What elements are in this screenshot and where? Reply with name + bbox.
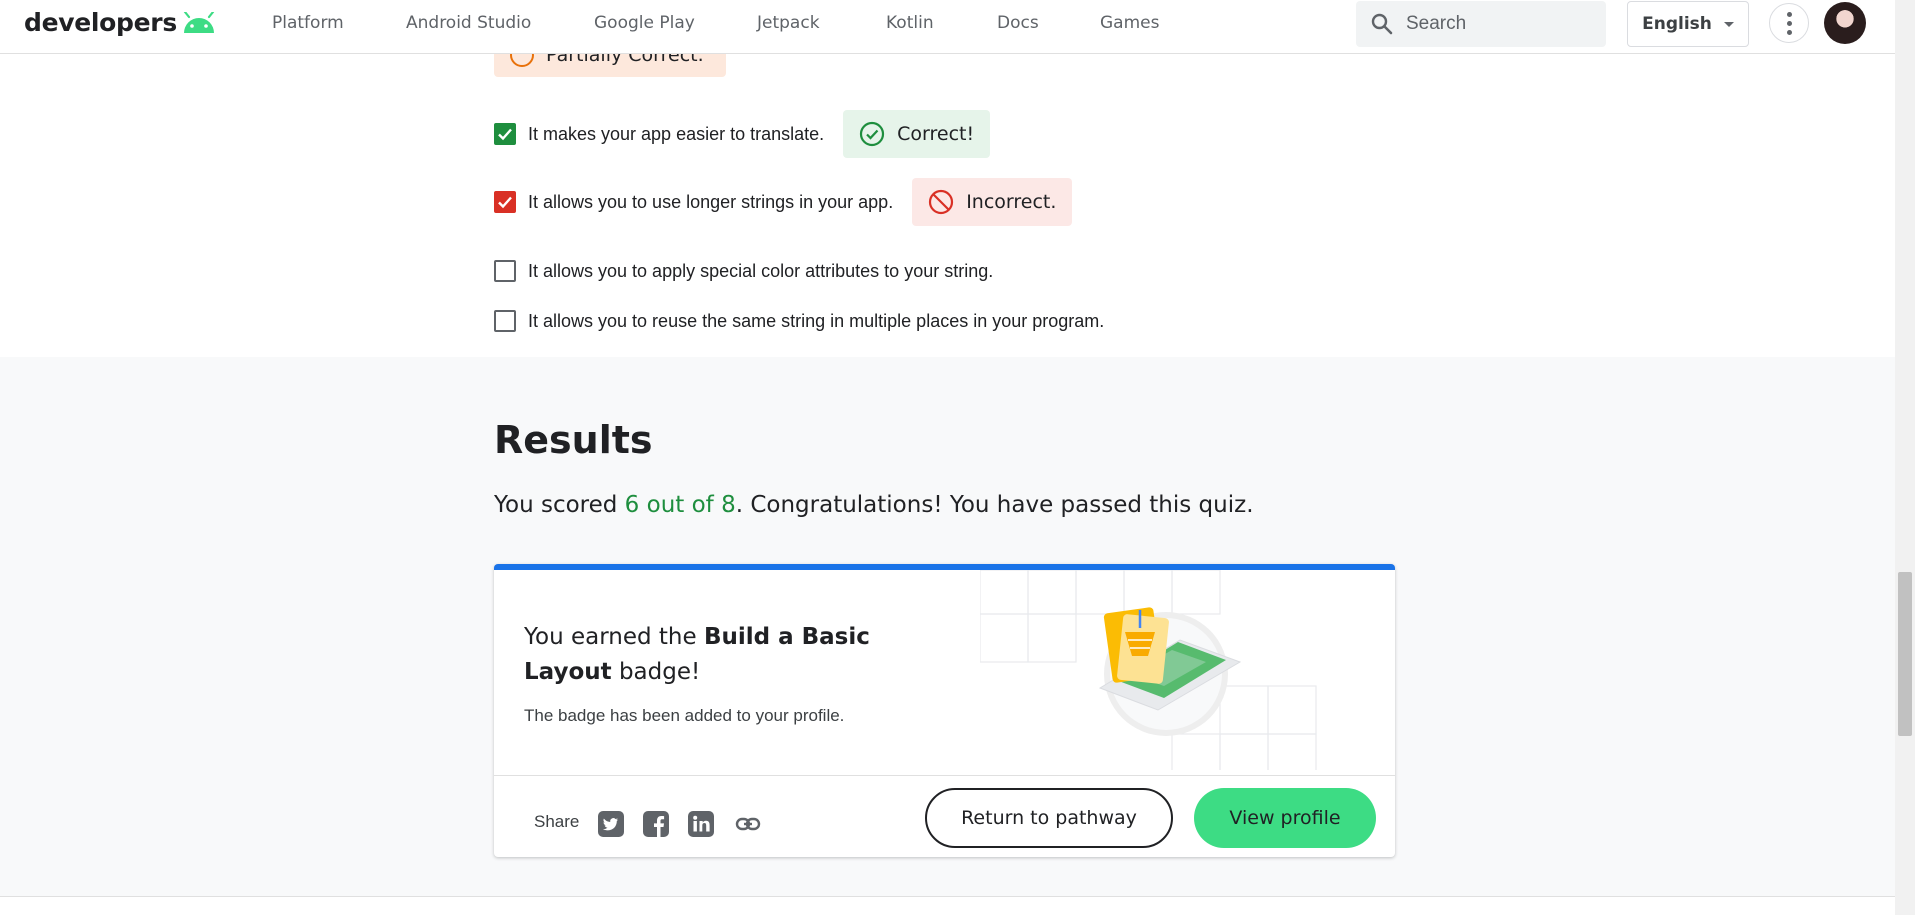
- correct-feedback: Correct!: [843, 110, 991, 158]
- score-value: 6 out of 8: [624, 492, 736, 518]
- score-suffix: . Congratulations! You have passed this …: [735, 492, 1254, 518]
- twitter-icon[interactable]: [597, 810, 625, 838]
- search-input[interactable]: [1406, 13, 1596, 35]
- checkmark-icon: [498, 128, 512, 141]
- feedback-text: Incorrect.: [966, 191, 1057, 213]
- nav-docs[interactable]: Docs: [997, 13, 1039, 33]
- user-avatar[interactable]: [1824, 2, 1866, 44]
- score-prefix: You scored: [494, 492, 625, 518]
- nav-android-studio[interactable]: Android Studio: [406, 13, 531, 33]
- android-head-icon: [183, 11, 215, 33]
- more-options-button[interactable]: [1769, 3, 1809, 43]
- top-navigation-bar: developers Platform Android Studio Googl…: [0, 0, 1895, 54]
- badge-illustration: [980, 570, 1317, 770]
- earned-prefix: You earned the: [524, 624, 704, 650]
- badge-earned-text: You earned the Build a Basic Layout badg…: [524, 620, 884, 690]
- card-divider: [494, 775, 1395, 776]
- block-icon: [929, 189, 954, 215]
- option-checkbox-checked[interactable]: [494, 123, 516, 145]
- language-label: English: [1642, 14, 1712, 34]
- facebook-icon[interactable]: [642, 810, 670, 838]
- badge-added-text: The badge has been added to your profile…: [524, 706, 845, 725]
- search-box[interactable]: [1356, 1, 1606, 47]
- option-label: It allows you to apply special color att…: [528, 260, 994, 281]
- results-heading: Results: [494, 418, 653, 462]
- logo-text: developers: [24, 8, 177, 37]
- quiz-option-color-attributes: It allows you to apply special color att…: [494, 260, 993, 282]
- nav-google-play[interactable]: Google Play: [594, 13, 695, 33]
- quiz-option-reuse-string: It allows you to reuse the same string i…: [494, 310, 1104, 332]
- caret-down-icon: [1723, 21, 1734, 27]
- share-label: Share: [534, 812, 580, 831]
- return-to-pathway-button[interactable]: Return to pathway: [925, 788, 1173, 848]
- option-checkbox-unchecked[interactable]: [494, 260, 516, 282]
- more-vert-icon: [1786, 11, 1792, 17]
- checkmark-icon: [498, 196, 512, 209]
- option-checkbox-checked[interactable]: [494, 191, 516, 213]
- check-circle-icon: [860, 121, 885, 147]
- option-checkbox-unchecked[interactable]: [494, 310, 516, 332]
- nav-platform[interactable]: Platform: [272, 13, 344, 33]
- score-summary: You scored 6 out of 8. Congratulations! …: [494, 492, 1254, 518]
- quiz-option-longer-strings: It allows you to use longer strings in y…: [494, 178, 1073, 226]
- scrollbar-track[interactable]: [1895, 0, 1915, 915]
- search-icon: [1371, 13, 1393, 35]
- linkedin-icon[interactable]: [687, 810, 715, 838]
- view-profile-button[interactable]: View profile: [1194, 788, 1376, 848]
- nav-jetpack[interactable]: Jetpack: [757, 13, 820, 33]
- nav-kotlin[interactable]: Kotlin: [886, 13, 934, 33]
- language-selector[interactable]: English: [1627, 1, 1749, 47]
- option-label: It makes your app easier to translate.: [528, 123, 825, 144]
- option-label: It allows you to reuse the same string i…: [528, 310, 1105, 331]
- section-divider: [0, 896, 1895, 897]
- incorrect-feedback: Incorrect.: [912, 178, 1073, 226]
- badge-earned-card: You earned the Build a Basic Layout badg…: [494, 564, 1395, 857]
- link-icon[interactable]: [734, 810, 762, 838]
- scrollbar-thumb[interactable]: [1898, 572, 1912, 736]
- nav-games[interactable]: Games: [1100, 13, 1159, 33]
- earned-suffix: badge!: [611, 659, 701, 685]
- quiz-option-translate: It makes your app easier to translate. C…: [494, 110, 991, 158]
- developers-logo[interactable]: developers: [24, 8, 217, 37]
- option-label: It allows you to use longer strings in y…: [528, 191, 894, 212]
- feedback-text: Correct!: [897, 123, 975, 145]
